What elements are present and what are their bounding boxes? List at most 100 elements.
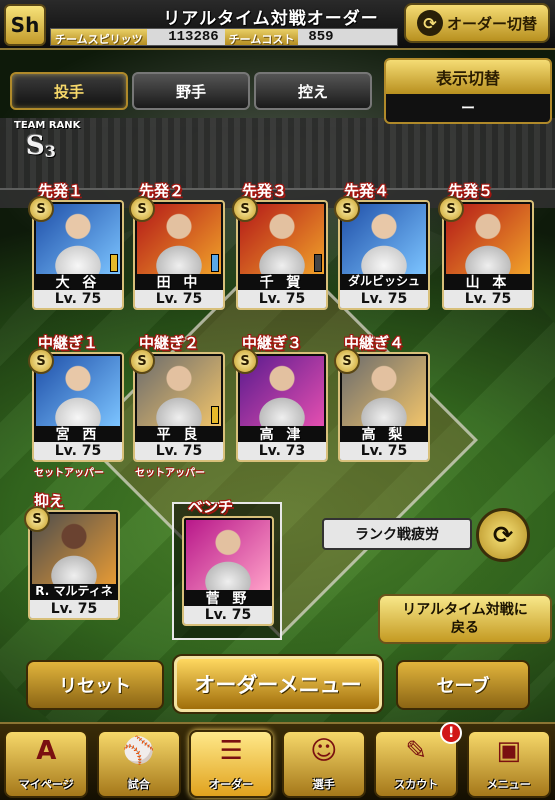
hand-tag-icon: [211, 406, 219, 424]
player-name: ダルビッシュ: [347, 274, 420, 288]
player-card-starter-2[interactable]: 先発２ 田 中 Lv. 75 S: [129, 182, 225, 310]
nav-label: オーダー: [209, 778, 254, 791]
nav-order[interactable]: ☰ オーダー: [189, 730, 274, 798]
player-name: 田 中: [156, 275, 202, 291]
order-menu-button[interactable]: オーダーメニュー: [174, 656, 382, 712]
rarity-badge-icon: S: [28, 348, 54, 374]
team-logo: Sh: [4, 4, 46, 46]
rarity-badge-icon: S: [334, 348, 360, 374]
player-level: Lv. 75: [30, 600, 118, 618]
team-stats: チームスピリッツ 113286 チームコスト 859: [50, 28, 398, 46]
sub-role-label: セットアッパー: [135, 468, 205, 479]
nav-label: スカウト: [394, 778, 439, 791]
player-name: 千 賀: [259, 275, 305, 291]
player-card-starter-3[interactable]: 先発３ 千 賀 Lv. 75 S: [232, 182, 328, 310]
player-card-reliever-4[interactable]: 中継ぎ４ 高 梨 Lv. 75 S: [334, 334, 430, 462]
nav-label: メニュー: [486, 778, 531, 791]
team-rank-value: S: [26, 131, 45, 161]
player-name: 宮 西: [55, 427, 101, 443]
player-level: Lv. 75: [135, 290, 223, 308]
player-card-reliever-3[interactable]: 中継ぎ３ 高 津 Lv. 73 S: [232, 334, 328, 462]
position-tabs: 投手 野手 控え: [10, 72, 372, 110]
nav-label: 試合: [127, 778, 150, 791]
rarity-badge-icon: S: [232, 196, 258, 222]
rarity-badge-icon: S: [129, 196, 155, 222]
player-name: 大 谷: [55, 275, 101, 291]
rarity-badge-icon: S: [232, 348, 258, 374]
player-card-closer[interactable]: 抑え R. マルティネス Lv. 75 S: [24, 492, 120, 620]
player-card-starter-5[interactable]: 先発５ 山 本 Lv. 75 S: [438, 182, 534, 310]
role-label: ベンチ: [188, 498, 234, 516]
reset-button[interactable]: リセット: [26, 660, 164, 710]
order-switch-button[interactable]: ⟳ オーダー切替: [404, 3, 550, 43]
player-name: 山 本: [465, 275, 511, 291]
player-card-reliever-2[interactable]: 中継ぎ２ 平 良 Lv. 75 S セットアッパー: [129, 334, 225, 479]
player-level: Lv. 75: [444, 290, 532, 308]
player-name: 高 津: [259, 427, 305, 443]
hand-tag-icon: [314, 254, 322, 272]
tab-fielder[interactable]: 野手: [132, 72, 250, 110]
save-button[interactable]: セーブ: [396, 660, 530, 710]
player-name: 高 梨: [361, 427, 407, 443]
team-rank-badge: S3: [26, 131, 56, 161]
stadium-icon: ⚾: [122, 736, 155, 766]
sub-role-label: セットアッパー: [34, 468, 104, 479]
player-level: Lv. 75: [340, 442, 428, 460]
alert-badge-icon: !: [440, 722, 463, 744]
nav-scout[interactable]: ✎ スカウト !: [374, 722, 463, 798]
team-spirit-label: チームスピリッツ: [51, 29, 147, 46]
tab-reserve[interactable]: 控え: [254, 72, 372, 110]
nav-label: 選手: [312, 778, 335, 791]
player-icon: ☺: [310, 736, 338, 766]
rarity-badge-icon: S: [129, 348, 155, 374]
scout-icon: ✎: [405, 736, 428, 766]
player-card-reliever-1[interactable]: 中継ぎ１ 宮 西 Lv. 75 S セットアッパー: [28, 334, 124, 479]
rarity-badge-icon: S: [24, 506, 50, 532]
cycle-icon: ⟳: [416, 10, 443, 36]
order-switch-label: オーダー切替: [446, 14, 537, 33]
game-screen: Sh リアルタイム対戦オーダー チームスピリッツ 113286 チームコスト 8…: [0, 0, 555, 800]
order-icon: ☰: [219, 736, 243, 766]
display-switch-label: 表示切替: [386, 60, 550, 94]
player-name: 菅 野: [205, 591, 251, 607]
nav-menu[interactable]: ▣ メニュー: [466, 730, 551, 798]
back-button-line2: 戻る: [451, 620, 479, 636]
player-card-starter-4[interactable]: 先発４ ダルビッシュ Lv. 75 S: [334, 182, 430, 310]
team-cost-value: 859: [308, 29, 334, 45]
player-level: Lv. 73: [238, 442, 326, 460]
nav-mypage[interactable]: A マイページ: [4, 730, 89, 798]
rarity-badge-icon: S: [28, 196, 54, 222]
player-name: 平 良: [156, 427, 202, 443]
cycle-icon: ⟳: [492, 521, 514, 549]
player-level: Lv. 75: [238, 290, 326, 308]
player-level: Lv. 75: [184, 606, 272, 624]
nav-players[interactable]: ☺ 選手: [281, 730, 366, 798]
player-level: Lv. 75: [135, 442, 223, 460]
display-switch-button[interactable]: 表示切替 ー: [384, 58, 552, 124]
display-switch-value: ー: [461, 101, 475, 117]
back-to-realtime-button[interactable]: リアルタイム対戦に 戻る: [378, 594, 552, 644]
back-button-line1: リアルタイム対戦に: [402, 602, 528, 618]
team-cost-label: チームコスト: [224, 29, 299, 46]
team-spirit-value: 113286: [168, 29, 219, 45]
header-bar: Sh リアルタイム対戦オーダー チームスピリッツ 113286 チームコスト 8…: [0, 0, 555, 50]
player-level: Lv. 75: [340, 290, 428, 308]
team-rank-label: TEAM RANK: [14, 120, 81, 131]
bottom-navigation: A マイページ ⚾ 試合 ☰ オーダー ☺ 選手 ✎ スカウト ! ▣ メニュー: [0, 722, 555, 800]
player-card-bench[interactable]: ベンチ 菅 野 Lv. 75: [182, 498, 274, 626]
tab-pitcher[interactable]: 投手: [10, 72, 128, 110]
nav-game[interactable]: ⚾ 試合: [96, 730, 181, 798]
fatigue-refresh-button[interactable]: ⟳: [476, 508, 530, 562]
mypage-icon: A: [36, 736, 57, 766]
rarity-badge-icon: S: [438, 196, 464, 222]
team-rank-sub: 3: [44, 142, 56, 161]
hand-tag-icon: [110, 254, 118, 272]
nav-label: マイページ: [18, 778, 74, 791]
rarity-badge-icon: S: [334, 196, 360, 222]
card-frame: 菅 野 Lv. 75: [182, 516, 274, 626]
hand-tag-icon: [211, 254, 219, 272]
player-card-starter-1[interactable]: 先発１ 大 谷 Lv. 75 S: [28, 182, 124, 310]
player-level: Lv. 75: [34, 290, 122, 308]
menu-icon: ▣: [496, 736, 522, 766]
rank-fatigue-label: ランク戦疲労: [322, 518, 472, 550]
